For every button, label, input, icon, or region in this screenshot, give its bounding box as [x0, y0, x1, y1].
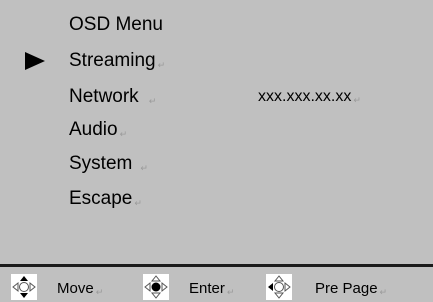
dpad-up-down-icon — [11, 274, 37, 300]
paragraph-mark-icon: ↵ — [140, 163, 148, 173]
osd-screen: OSD Menu Streaming ↵ Network ↵ xxx.xxx.xx.… — [0, 0, 433, 302]
paragraph-mark-icon: ↵ — [226, 287, 235, 297]
enter-label: Enter — [189, 280, 225, 297]
paragraph-mark-icon: ↵ — [353, 95, 361, 105]
menu-item-audio[interactable]: Audio ↵ — [0, 115, 433, 145]
key-hint-bar: Move ↵ Enter ↵ Pre Page ↵ — [0, 267, 433, 302]
enter-hint: Enter ↵ — [140, 267, 270, 302]
prepage-label: Pre Page — [315, 280, 378, 297]
paragraph-mark-icon: ↵ — [134, 198, 142, 208]
selection-arrow-icon — [25, 52, 45, 70]
menu-item-system[interactable]: System ↵ — [0, 149, 433, 179]
menu-item-label: Network — [69, 86, 139, 107]
paragraph-mark-icon: ↵ — [119, 129, 128, 139]
menu-item-label: Audio — [69, 119, 118, 140]
menu-item-label: Escape — [69, 188, 133, 209]
prepage-hint: Pre Page ↵ — [266, 267, 433, 302]
dpad-center-icon — [143, 274, 169, 300]
network-address-value: xxx.xxx.xx.xx — [258, 88, 352, 105]
paragraph-mark-icon: ↵ — [157, 60, 166, 70]
osd-menu-panel: OSD Menu Streaming ↵ Network ↵ xxx.xxx.xx.… — [0, 0, 433, 264]
paragraph-mark-icon: ↵ — [379, 287, 388, 297]
paragraph-mark-icon: ↵ — [95, 287, 104, 297]
menu-item-network[interactable]: Network ↵ xxx.xxx.xx.xx ↵ — [0, 82, 433, 112]
move-label: Move — [57, 280, 94, 297]
move-hint: Move ↵ — [0, 267, 140, 302]
menu-item-streaming[interactable]: Streaming ↵ — [0, 46, 433, 76]
dpad-left-icon — [266, 274, 292, 300]
menu-item-label: Streaming — [69, 50, 156, 71]
menu-item-label: System — [69, 153, 133, 174]
paragraph-mark-icon: ↵ — [148, 96, 157, 106]
osd-menu-title: OSD Menu — [69, 14, 163, 35]
menu-item-escape[interactable]: Escape ↵ — [0, 184, 433, 214]
